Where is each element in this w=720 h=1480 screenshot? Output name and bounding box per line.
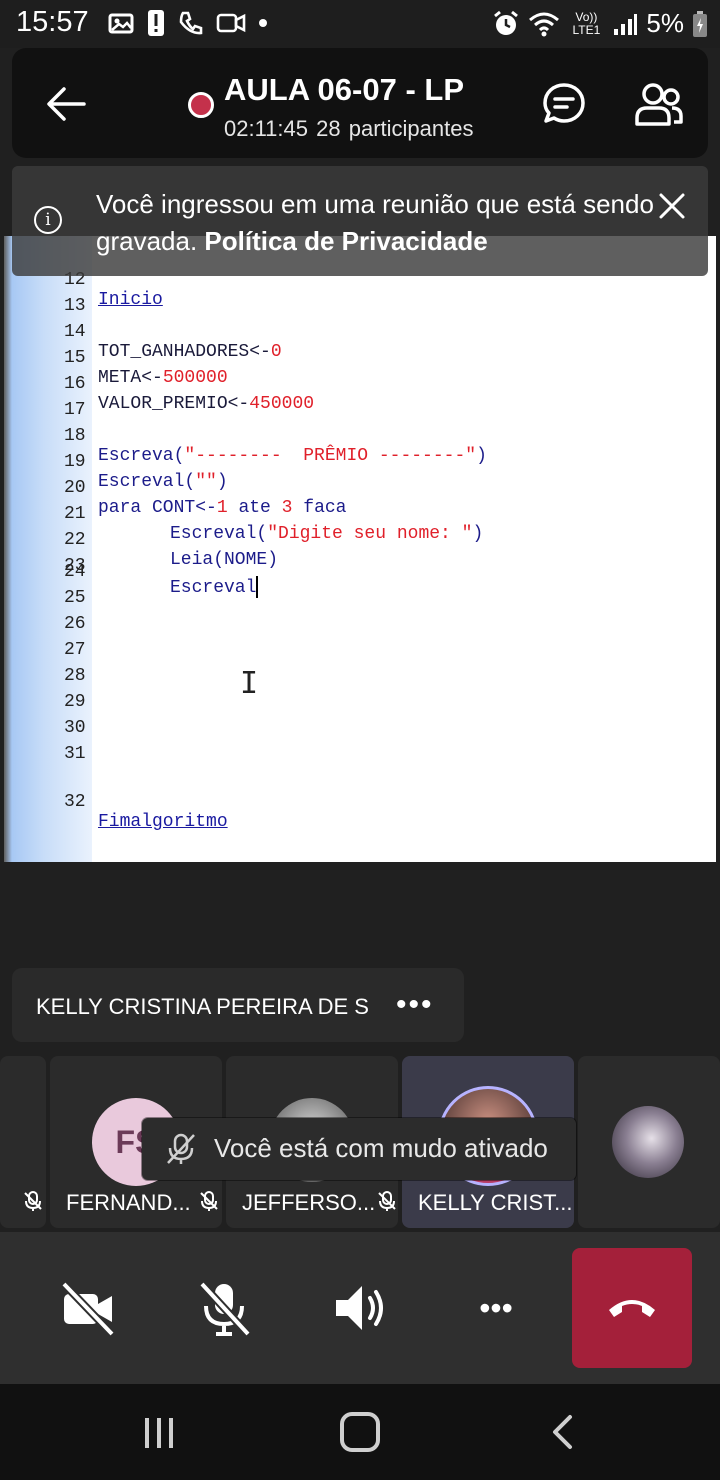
close-icon[interactable]	[656, 190, 688, 222]
active-speaker-card[interactable]: KELLY CRISTINA PEREIRA DE S •••	[12, 968, 464, 1042]
alert-icon	[148, 10, 164, 36]
code-text: Escreval	[170, 576, 259, 598]
speaker-more-button[interactable]: •••	[396, 988, 434, 1022]
phone-icon	[179, 11, 203, 35]
info-icon: i	[34, 206, 62, 234]
line-number: 26	[64, 614, 86, 634]
code-line: 13	[4, 276, 86, 316]
recents-icon[interactable]	[142, 1416, 176, 1450]
end-call-button[interactable]	[572, 1248, 692, 1368]
meeting-header: AULA 06-07 - LP 02:11:45 28 participante…	[12, 48, 708, 158]
video-icon	[216, 13, 246, 33]
code-line: 17	[4, 380, 86, 420]
dot-icon	[259, 19, 267, 27]
nav-back-icon[interactable]	[548, 1414, 578, 1450]
camera-off-button[interactable]	[52, 1272, 124, 1344]
mic-off-icon	[200, 1191, 218, 1211]
battery-percent: 5%	[646, 8, 684, 38]
alarm-icon	[494, 10, 519, 35]
code-text: Escreva("-------- PRÊMIO --------")	[98, 446, 487, 466]
participant-name: JEFFERSO...	[242, 1190, 376, 1215]
speaker-name: KELLY CRISTINA PEREIRA DE S	[36, 994, 369, 1019]
line-number: 24	[64, 562, 86, 582]
home-icon[interactable]	[340, 1412, 380, 1452]
network-label: Vo)) LTE1	[572, 9, 601, 37]
recording-indicator-icon	[188, 92, 214, 118]
muted-toast: Você está com mudo ativado	[142, 1118, 576, 1180]
gallery-icon	[108, 13, 134, 34]
code-line: 16 VALOR_PREMIO<-450000	[4, 354, 314, 414]
more-options-button[interactable]: •••	[460, 1272, 532, 1344]
status-bar: 15:57 Vo)) LTE1 5%	[0, 0, 720, 48]
participant-count: 28 participantes	[316, 116, 474, 141]
signal-icon	[614, 13, 638, 35]
mic-off-icon	[378, 1191, 396, 1211]
participant-name: KELLY CRIST...	[418, 1190, 573, 1215]
code-line: 18 Escreva("-------- PRÊMIO --------")	[4, 406, 487, 466]
code-text: TOT_GANHADORES<-0	[98, 342, 282, 362]
toast-text: Você está com mudo ativado	[214, 1133, 548, 1163]
line-number: 29	[64, 692, 86, 712]
battery-icon	[693, 10, 707, 37]
code-line: 15 META<-500000	[4, 328, 228, 388]
line-number: 30	[64, 718, 86, 738]
meeting-duration: 02:11:45	[224, 116, 309, 141]
system-nav-bar	[0, 1384, 720, 1480]
shared-screen: 12 Inicio 13 14 TOT_GANHADORES<-0 15 MET…	[4, 236, 716, 862]
meeting-info: 02:11:45 28 participantes	[224, 116, 473, 142]
chat-icon[interactable]	[540, 80, 588, 128]
code-text: para CONT<-1 ate 3 faca	[98, 498, 347, 518]
code-line: 22 Leia(NOME)	[4, 510, 278, 570]
mic-off-icon	[167, 1133, 195, 1164]
code-text: Fimalgoritmo	[98, 812, 228, 832]
code-line: 14 TOT_GANHADORES<-0	[4, 302, 282, 362]
code-line: 20 para CONT<-1 ate 3 faca	[4, 458, 346, 518]
call-controls: •••	[0, 1232, 720, 1384]
line-number: 31	[64, 744, 86, 764]
code-line: 23 Escreval	[4, 536, 259, 598]
code-text: META<-500000	[98, 368, 228, 388]
participant-tile[interactable]	[578, 1056, 720, 1228]
status-icons-left	[108, 8, 268, 38]
code-text: VALOR_PREMIO<-450000	[98, 394, 315, 414]
hang-up-icon	[609, 1300, 655, 1317]
participants-icon[interactable]	[634, 80, 684, 128]
participant-name: FERNAND...	[66, 1190, 191, 1215]
status-icons-right: Vo)) LTE1 5%	[492, 8, 708, 39]
code-line: 21 Escreval("Digite seu nome: ")	[4, 484, 483, 544]
line-number: 28	[64, 666, 86, 686]
line-number: 25	[64, 588, 86, 608]
back-arrow-icon[interactable]	[46, 84, 86, 124]
speaker-button[interactable]	[324, 1272, 396, 1344]
privacy-policy-link[interactable]: Política de Privacidade	[204, 226, 487, 256]
avatar	[612, 1106, 684, 1178]
code-line: 32 Fimalgoritmo	[4, 772, 228, 832]
banner-text: Você ingressou em uma reunião que está s…	[96, 186, 656, 260]
status-time: 15:57	[16, 6, 89, 38]
code-text: Leia(NOME)	[170, 550, 279, 570]
meeting-title: AULA 06-07 - LP	[224, 72, 465, 107]
mic-off-button[interactable]	[188, 1272, 260, 1344]
code-text: Inicio	[98, 290, 163, 310]
line-number: 27	[64, 640, 86, 660]
text-cursor	[256, 576, 259, 598]
code-line: 19 Escreval("")	[4, 432, 228, 492]
line-number: 32	[64, 792, 86, 812]
mic-off-icon	[24, 1191, 42, 1211]
code-text: Escreval("")	[98, 472, 228, 492]
text-cursor-ibeam-icon: I	[240, 666, 259, 701]
participant-tile[interactable]	[0, 1056, 46, 1228]
code-text: Escreval("Digite seu nome: ")	[170, 524, 484, 544]
recording-notice-banner: i Você ingressou em uma reunião que está…	[12, 166, 708, 276]
wifi-icon	[529, 12, 560, 36]
